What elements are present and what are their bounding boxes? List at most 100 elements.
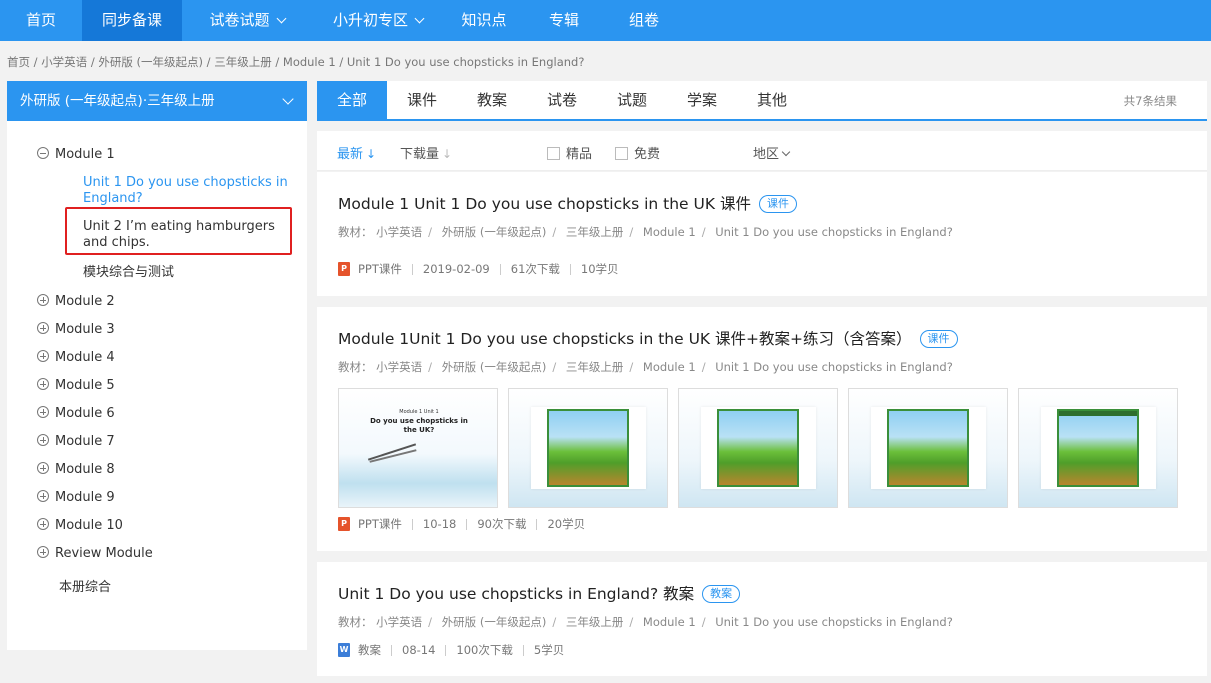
- quality-filter[interactable]: 精品: [547, 143, 592, 162]
- result-card: Unit 1 Do you use chopsticks in England?…: [317, 562, 1207, 676]
- chevron-down-icon: [282, 93, 294, 105]
- result-card: Module 1 Unit 1 Do you use chopsticks in…: [317, 172, 1207, 296]
- nav-item-xsc[interactable]: 小升初专区: [312, 0, 444, 41]
- slide-thumbnail[interactable]: [678, 388, 838, 508]
- chevron-down-icon: [414, 13, 425, 24]
- checkbox-label: 免费: [634, 147, 661, 162]
- tab-other[interactable]: 其他: [747, 81, 797, 119]
- breadcrumb-item[interactable]: 三年级上册: [214, 55, 272, 69]
- meta-item[interactable]: Module 1: [643, 615, 696, 629]
- tab-courseware[interactable]: 课件: [397, 81, 447, 119]
- checkbox[interactable]: [615, 147, 628, 160]
- expand-icon[interactable]: [37, 350, 49, 362]
- expand-icon[interactable]: [37, 462, 49, 474]
- result-meta: 教材： 小学英语 / 外研版 (一年级起点) / 三年级上册 / Module 1/ …: [338, 225, 953, 239]
- slide-thumbnail[interactable]: [1018, 388, 1178, 508]
- breadcrumb-item[interactable]: Unit 1 Do you use chopsticks in England?: [347, 55, 585, 69]
- meta-item[interactable]: Unit 1 Do you use chopsticks in England?: [715, 360, 953, 374]
- result-title-text: Unit 1 Do you use chopsticks in England?…: [338, 585, 695, 603]
- expand-icon[interactable]: [37, 406, 49, 418]
- meta-item[interactable]: 小学英语: [376, 615, 422, 629]
- nav-item-home[interactable]: 首页: [0, 0, 82, 41]
- slide-thumbnail[interactable]: [508, 388, 668, 508]
- meta-item[interactable]: Module 1: [643, 225, 696, 239]
- breadcrumb-item[interactable]: Module 1: [283, 55, 336, 69]
- result-title-text: Module 1 Unit 1 Do you use chopsticks in…: [338, 195, 751, 213]
- top-nav: 首页 同步备课 试卷试题 小升初专区 知识点 专辑 组卷: [0, 0, 1211, 41]
- meta-item[interactable]: 三年级上册: [566, 225, 624, 239]
- tree-module-3[interactable]: Module 3: [37, 322, 115, 337]
- slide-thumbnail[interactable]: [848, 388, 1008, 508]
- nav-item-sync-prep[interactable]: 同步备课: [82, 0, 182, 41]
- chevron-down-icon: [781, 147, 791, 157]
- tree-module-4[interactable]: Module 4: [37, 350, 115, 365]
- tree-review-module[interactable]: Review Module: [37, 546, 153, 561]
- tree-module-6[interactable]: Module 6: [37, 406, 115, 421]
- meta-item[interactable]: 三年级上册: [566, 360, 624, 374]
- expand-icon[interactable]: [37, 546, 49, 558]
- tab-papers[interactable]: 试卷: [537, 81, 587, 119]
- expand-icon[interactable]: [37, 322, 49, 334]
- slide-thumbnail[interactable]: Module 1 Unit 1 Do you use chopsticks in…: [338, 388, 498, 508]
- sort-downloads-button[interactable]: 下载量 ↓: [400, 143, 452, 162]
- tree-unit-2[interactable]: Unit 2 I’m eating hamburgers and chips.: [83, 219, 298, 251]
- meta-item[interactable]: 小学英语: [376, 360, 422, 374]
- tree-module-test[interactable]: 模块综合与测试: [83, 265, 174, 281]
- tree-module-9[interactable]: Module 9: [37, 490, 115, 505]
- tree-module-8[interactable]: Module 8: [37, 462, 115, 477]
- checkbox[interactable]: [547, 147, 560, 160]
- landscape-image: [547, 409, 629, 487]
- expand-icon[interactable]: [37, 294, 49, 306]
- result-title[interactable]: Module 1 Unit 1 Do you use chopsticks in…: [338, 192, 797, 214]
- tree-book-summary[interactable]: 本册综合: [59, 576, 111, 595]
- download-count: 90次下载: [477, 517, 527, 531]
- meta-item[interactable]: 外研版 (一年级起点): [442, 360, 547, 374]
- free-filter[interactable]: 免费: [615, 143, 660, 162]
- nav-item-label: 小升初专区: [332, 11, 408, 29]
- tab-lesson-plan[interactable]: 教案: [467, 81, 517, 119]
- expand-icon[interactable]: [37, 378, 49, 390]
- nav-item-albums[interactable]: 专辑: [524, 0, 604, 41]
- landscape-image: [887, 409, 969, 487]
- price: 10学贝: [580, 262, 619, 276]
- breadcrumb-item[interactable]: 小学英语: [41, 55, 87, 69]
- meta-item[interactable]: 小学英语: [376, 225, 422, 239]
- expand-icon[interactable]: [37, 518, 49, 530]
- ppt-file-icon: P: [338, 262, 350, 276]
- meta-item[interactable]: 外研版 (一年级起点): [442, 615, 547, 629]
- tree-node-label: Module 6: [55, 406, 115, 421]
- expand-icon[interactable]: [37, 490, 49, 502]
- result-info: P PPT课件 10-18 90次下载 20学贝: [338, 516, 585, 532]
- meta-item[interactable]: 外研版 (一年级起点): [442, 225, 547, 239]
- breadcrumb-item[interactable]: 首页: [7, 55, 30, 69]
- meta-item[interactable]: Unit 1 Do you use chopsticks in England?: [715, 615, 953, 629]
- textbook-selector[interactable]: 外研版 (一年级起点)·三年级上册: [7, 81, 307, 121]
- breadcrumb-item[interactable]: 外研版 (一年级起点): [98, 55, 203, 69]
- nav-item-papers[interactable]: 试卷试题: [182, 0, 312, 41]
- meta-item[interactable]: Unit 1 Do you use chopsticks in England?: [715, 225, 953, 239]
- tab-questions[interactable]: 试题: [607, 81, 657, 119]
- region-dropdown[interactable]: 地区: [753, 143, 791, 162]
- expand-icon[interactable]: [37, 434, 49, 446]
- result-title[interactable]: Module 1Unit 1 Do you use chopsticks in …: [338, 327, 958, 349]
- meta-item[interactable]: 三年级上册: [566, 615, 624, 629]
- tree-module-1[interactable]: Module 1: [37, 147, 115, 162]
- nav-item-knowledge[interactable]: 知识点: [444, 0, 524, 41]
- tree-module-2[interactable]: Module 2: [37, 294, 115, 309]
- tree-module-7[interactable]: Module 7: [37, 434, 115, 449]
- upload-date: 2019-02-09: [422, 262, 490, 276]
- title-bar-decoration: [1059, 411, 1137, 416]
- tree-module-10[interactable]: Module 10: [37, 518, 123, 533]
- tree-unit-1[interactable]: Unit 1 Do you use chopsticks in England?: [83, 175, 293, 207]
- nav-item-compose[interactable]: 组卷: [604, 0, 684, 41]
- sort-newest-button[interactable]: 最新 ↓: [337, 143, 376, 162]
- collapse-icon[interactable]: [37, 147, 49, 159]
- tree-module-5[interactable]: Module 5: [37, 378, 115, 393]
- result-title[interactable]: Unit 1 Do you use chopsticks in England?…: [338, 582, 741, 604]
- sidebar: 外研版 (一年级起点)·三年级上册 Module 1 Unit 1 Do you…: [7, 81, 307, 650]
- tab-all[interactable]: 全部: [317, 81, 387, 119]
- tab-study-guide[interactable]: 学案: [677, 81, 727, 119]
- ppt-file-icon: P: [338, 517, 350, 531]
- meta-item[interactable]: Module 1: [643, 360, 696, 374]
- tree-node-label: Module 10: [55, 518, 123, 533]
